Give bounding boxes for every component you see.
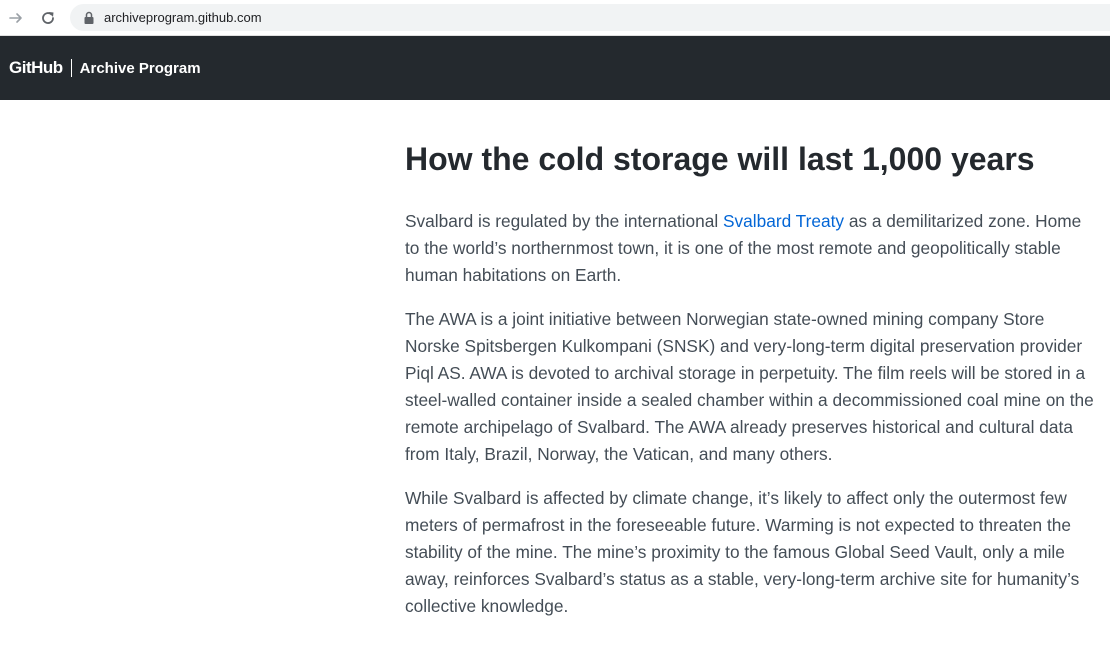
forward-button[interactable] bbox=[4, 6, 28, 30]
github-logo[interactable]: GitHub bbox=[9, 58, 63, 78]
browser-toolbar: archiveprogram.github.com bbox=[0, 0, 1110, 36]
svalbard-treaty-link[interactable]: Svalbard Treaty bbox=[723, 211, 844, 231]
reload-button[interactable] bbox=[36, 6, 60, 30]
paragraph-text: Svalbard is regulated by the internation… bbox=[405, 211, 723, 231]
url-text[interactable]: archiveprogram.github.com bbox=[104, 10, 262, 25]
site-header: GitHub Archive Program bbox=[0, 36, 1110, 100]
paragraph-awa: The AWA is a joint initiative between No… bbox=[405, 309, 1094, 464]
page-title: How the cold storage will last 1,000 yea… bbox=[405, 141, 1035, 177]
arrow-right-icon bbox=[9, 13, 22, 23]
paragraph-climate: While Svalbard is affected by climate ch… bbox=[405, 488, 1080, 616]
brand-divider bbox=[70, 59, 72, 77]
reload-icon bbox=[42, 12, 54, 24]
paragraph-svalbard: Svalbard is regulated by the internation… bbox=[405, 208, 1095, 289]
address-bar[interactable]: archiveprogram.github.com bbox=[70, 4, 1110, 31]
archive-program-link[interactable]: Archive Program bbox=[80, 60, 201, 77]
lock-icon[interactable] bbox=[82, 11, 96, 25]
article: How the cold storage will last 1,000 yea… bbox=[405, 138, 1095, 637]
